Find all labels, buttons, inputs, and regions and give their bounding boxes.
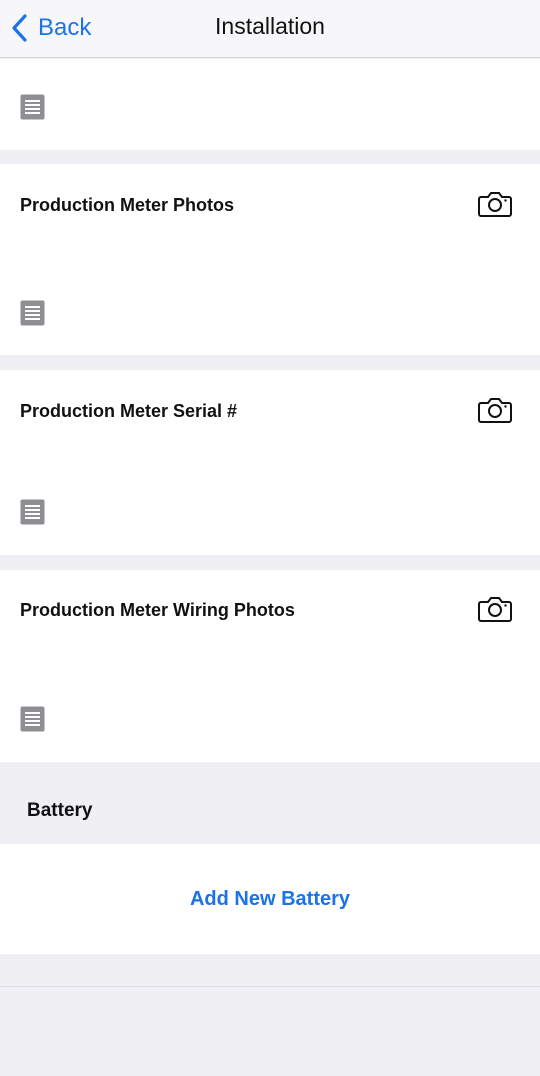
note-icon[interactable] <box>20 94 45 120</box>
camera-icon[interactable] <box>478 595 512 623</box>
add-battery-card: Add New Battery <box>0 844 540 954</box>
card-title: Production Meter Wiring Photos <box>20 600 295 620</box>
camera-icon[interactable] <box>478 396 512 424</box>
divider <box>0 986 540 987</box>
note-icon[interactable] <box>20 499 45 525</box>
form-card <box>0 59 540 150</box>
form-card-production-meter-wiring-photos: Production Meter Wiring Photos <box>0 570 540 762</box>
camera-icon[interactable] <box>478 190 512 218</box>
add-new-battery-button[interactable]: Add New Battery <box>0 888 540 911</box>
form-card-production-meter-serial: Production Meter Serial # <box>0 370 540 555</box>
battery-section-header: Battery <box>0 762 540 844</box>
note-icon[interactable] <box>20 300 45 326</box>
card-title: Production Meter Photos <box>20 195 235 215</box>
section-title: Battery <box>27 800 93 821</box>
page-title: Installation <box>215 13 325 39</box>
navigation-bar: Back Installation <box>0 0 540 58</box>
installation-screen: Back Installation Production Meter Photo… <box>0 0 540 1076</box>
form-card-production-meter-photos: Production Meter Photos <box>0 164 540 355</box>
card-title: Production Meter Serial # <box>20 401 238 421</box>
note-icon[interactable] <box>20 706 45 732</box>
